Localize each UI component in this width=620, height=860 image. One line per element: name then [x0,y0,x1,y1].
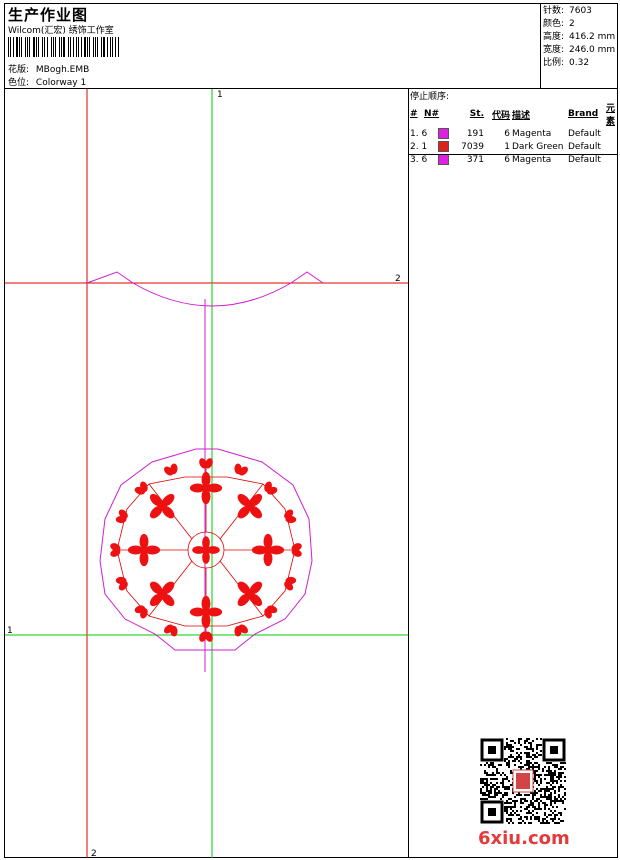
barcode-bar [55,37,57,57]
panel-divider [408,89,409,858]
barcode-bar [118,37,120,57]
barcode-bar [44,37,45,57]
color-swatch [438,128,450,139]
leaf-motif [234,463,249,476]
barcode-bar [89,37,91,57]
table-row[interactable]: 2. 1 7039 1 Dark Green Default [409,140,617,153]
barcode-bar [12,37,14,57]
barcode-bar [59,37,60,57]
leaf-motif [284,576,297,591]
barcode-bar [10,37,11,57]
design-name-row: 花版: MBogh.EMB [8,62,89,75]
leaf-motif [115,576,128,591]
design-width: 246.0 mm [569,45,616,55]
barcode-bar [97,37,99,57]
color-count: 2 [569,19,575,29]
barcode [8,37,120,57]
stat-row: 宽度: 246.0 mm [543,45,616,55]
axis-label-left: 1 [7,626,13,636]
leaf-motif [163,624,178,637]
leaf-motif [134,481,148,495]
stats-panel: 针数: 7603 颜色: 2 高度: 416.2 mm 宽度: 246.0 mm 比例:… [543,5,615,70]
leaf-motif [291,543,302,557]
barcode-bar [35,37,37,57]
barcode-bar [52,37,54,57]
leaf-motif [284,509,297,524]
color-swatch [438,141,450,152]
design-height: 416.2 mm [569,32,616,42]
barcode-bar [101,37,102,57]
seal-icon [516,773,530,789]
barcode-bar [102,37,105,57]
leaf-motif [115,509,128,524]
leaf-motif [110,543,121,557]
barcode-bar [110,37,112,57]
barcode-bar [72,37,74,57]
stat-row: 比例: 0.32 [543,58,590,68]
barcode-bar [18,37,20,57]
table-header-row: # N# St. 代码 描述 Brand 元素 [410,104,616,127]
barcode-bar [86,37,88,57]
barcode-bar [46,37,49,57]
barcode-bar [8,37,10,57]
barcode-bar [16,37,18,57]
barcode-bar [38,37,40,57]
stop-table-divider [409,154,618,155]
stitch-count: 7603 [569,6,592,16]
barcode-bar [84,37,86,57]
flower-motif [127,533,161,567]
barcode-bar [76,37,78,57]
axis-label-right: 2 [395,274,401,284]
barcode-bar [69,37,71,57]
stop-sequence-table: # N# St. 代码 描述 Brand 元素 1. 6 191 6 Magen… [409,101,617,166]
barcode-bar [112,37,113,57]
stats-divider [540,3,541,89]
design-label: 花版: [8,65,30,75]
motif-flowers [110,458,302,642]
leaf-motif [234,624,249,637]
leaf-motif [264,481,278,495]
design-value: MBogh.EMB [35,65,90,75]
barcode-bar [93,37,94,57]
flower-motif [189,595,223,629]
barcode-bar [60,37,62,57]
colorway-row: 色位: Colorway 1 [8,75,86,88]
color-swatch [438,154,450,165]
colorway-label: 色位: [8,78,30,88]
barcode-bar [63,37,65,57]
stat-row: 颜色: 2 [543,19,575,29]
stat-row: 针数: 7603 [543,6,592,16]
barcode-bar [29,37,31,57]
barcode-bar [114,37,116,57]
barcode-bar [25,37,26,57]
axis-label-bottom: 2 [91,849,97,858]
page-title: 生产作业图 [8,6,89,24]
barcode-bar [26,37,28,57]
barcode-bar [51,37,52,57]
watermark-logo: 6xiu.com [478,828,570,849]
barcode-bar [80,37,82,57]
stat-row: 高度: 416.2 mm [543,32,616,42]
leaf-motif [163,463,178,476]
design-scale: 0.32 [569,58,590,68]
flower-motif [251,533,285,567]
page-subtitle: Wilcom(汇宏) 绣饰工作室 [8,26,114,36]
axis-label-top: 1 [217,90,223,100]
colorway-value: Colorway 1 [35,78,87,88]
barcode-bar [33,37,35,57]
barcode-bar [21,37,23,57]
barcode-bar [94,37,96,57]
barcode-bar [42,37,44,57]
table-row[interactable]: 1. 6 191 6 Magenta Default [409,127,617,140]
leaf-motif [264,605,278,619]
qr-code[interactable] [480,738,566,824]
design-canvas[interactable]: 1 2 1 2 [5,89,408,858]
barcode-bar [67,37,69,57]
barcode-bar [106,37,108,57]
leaf-motif [134,605,148,619]
flower-motif [192,536,220,564]
barcode-bar [78,37,79,57]
